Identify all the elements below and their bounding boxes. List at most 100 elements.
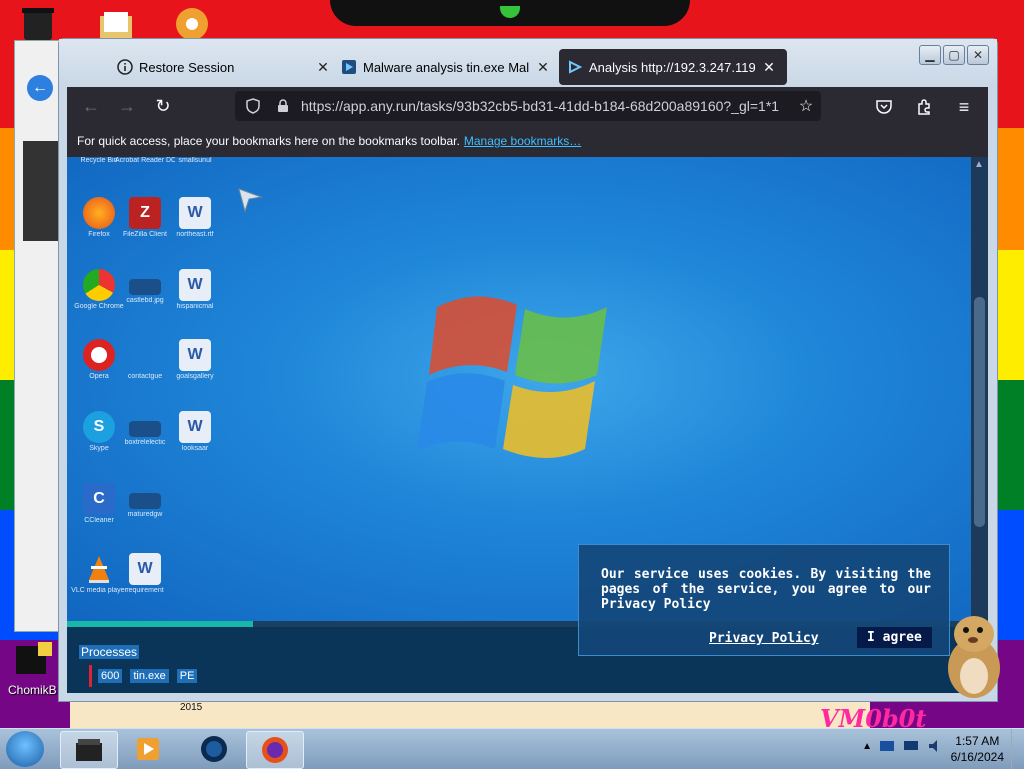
firefox-icon — [83, 197, 115, 229]
agree-button[interactable]: I agree — [857, 627, 932, 648]
vm-icon-image[interactable]: maturedgw — [115, 483, 175, 518]
vm-icon-label: looksaar — [181, 445, 209, 452]
cd-icon[interactable] — [172, 6, 212, 42]
tab-analysis-active[interactable]: Analysis http://192.3.247.119// ✕ — [559, 49, 787, 85]
explorer-thumbnail — [23, 141, 63, 241]
manage-bookmarks-link[interactable]: Manage bookmarks… — [464, 134, 581, 148]
close-tab-icon[interactable]: ✕ — [761, 59, 777, 76]
tab-title: Analysis http://192.3.247.119// — [589, 59, 755, 75]
lock-icon[interactable] — [271, 99, 295, 113]
minimize-icon[interactable]: ▁ — [919, 45, 941, 65]
close-window-icon[interactable]: ✕ — [967, 45, 989, 65]
volume-icon[interactable] — [926, 737, 944, 755]
back-arrow-icon[interactable]: ← — [27, 75, 53, 101]
skype-icon: S — [83, 411, 115, 443]
close-tab-icon[interactable]: ✕ — [535, 59, 551, 76]
scroll-thumb[interactable] — [974, 297, 985, 527]
word-doc-icon: W — [179, 411, 211, 443]
vm-icon-label: CCleaner — [84, 517, 114, 524]
cookie-banner: Our service uses cookies. By visiting th… — [578, 544, 950, 656]
trash-icon[interactable] — [18, 6, 58, 42]
maximize-icon[interactable]: ▢ — [943, 45, 965, 65]
vm-icon-word-doc[interactable]: W requirement — [115, 553, 175, 594]
show-desktop-button[interactable] — [1011, 729, 1024, 769]
reload-icon[interactable]: ↻ — [145, 90, 181, 122]
pocket-icon[interactable] — [866, 91, 902, 123]
globe-icon — [201, 736, 227, 762]
vm-icon-word-doc[interactable]: W looksaar — [165, 411, 225, 452]
processes-title[interactable]: Processes — [79, 645, 140, 659]
close-tab-icon[interactable]: ✕ — [315, 59, 331, 76]
chomik-icon[interactable] — [14, 640, 54, 676]
mouse-pointer-icon — [238, 188, 263, 213]
word-doc-icon: W — [179, 339, 211, 371]
windows-logo — [417, 296, 607, 458]
shield-icon[interactable] — [241, 98, 265, 114]
vm-icon-word-doc[interactable]: W hispanicmal — [165, 269, 225, 310]
wallpaper-year: 2015 — [180, 702, 203, 713]
chomik-label[interactable]: ChomikB — [8, 683, 57, 697]
clock[interactable]: 1:57 AM 6/16/2024 — [951, 733, 1004, 765]
clock-time: 1:57 AM — [955, 734, 1000, 748]
bookmarks-hint: For quick access, place your bookmarks h… — [77, 134, 460, 148]
word-doc-icon: W — [179, 269, 211, 301]
vm-icon-label: Google Chrome — [74, 303, 124, 310]
explorer-icon — [76, 739, 102, 761]
window-controls: ▁ ▢ ✕ — [919, 45, 989, 65]
tab-strip: Restore Session ✕ Malware analysis tin.e… — [59, 39, 997, 87]
file-icon — [129, 339, 161, 371]
vm-icon-label: northeast.rtf — [176, 231, 214, 238]
process-row[interactable]: 600 tin.exe PE — [89, 665, 198, 687]
taskbar: ▲ 1:57 AM 6/16/2024 — [0, 728, 1024, 769]
forward-icon[interactable]: → — [109, 90, 145, 122]
word-doc-icon: W — [129, 553, 161, 585]
vm-icon-label: maturedgw — [127, 511, 163, 518]
system-tray: ▲ — [862, 737, 944, 755]
monitor-icon[interactable] — [902, 737, 920, 755]
tab-title: Restore Session — [139, 59, 235, 75]
extensions-icon[interactable] — [906, 91, 942, 123]
filezilla-icon: Z — [129, 197, 161, 229]
vm-icon-document[interactable]: smallsunul — [165, 157, 225, 164]
page-scrollbar[interactable]: ▲ — [971, 157, 988, 645]
tab-malware-analysis[interactable]: Malware analysis tin.exe Malicio ✕ — [333, 49, 553, 85]
taskbar-media-button[interactable] — [120, 731, 176, 767]
privacy-policy-link[interactable]: Privacy Policy — [709, 631, 819, 646]
tab-title: Malware analysis tin.exe Malicio — [363, 59, 529, 75]
anyrun-icon — [341, 59, 357, 75]
process-name: tin.exe — [130, 669, 169, 683]
vm-icon-word-doc[interactable]: W northeast.rtf — [165, 197, 225, 238]
vm-icon-label: smallsunul — [178, 157, 212, 164]
info-icon — [117, 59, 133, 75]
tab-restore-session[interactable]: Restore Session ✕ — [107, 49, 335, 85]
start-button[interactable] — [6, 731, 44, 767]
url-text[interactable]: https://app.any.run/tasks/93b32cb5-bd31-… — [301, 98, 791, 114]
taskbar-explorer-button[interactable] — [60, 731, 118, 769]
image-file-icon — [129, 421, 161, 437]
firefox-icon — [262, 737, 288, 763]
vm-icon-label: hispanicmal — [176, 303, 214, 310]
toolbar-right: ≡ — [866, 91, 982, 123]
process-pid: 600 — [98, 669, 123, 683]
clock-date: 6/16/2024 — [950, 750, 1004, 764]
taskbar-globe-button[interactable] — [186, 731, 242, 767]
vm-icon-label: Skype — [89, 445, 109, 452]
cookie-message: Our service uses cookies. By visiting th… — [601, 567, 931, 612]
scroll-up-icon[interactable]: ▲ — [974, 159, 984, 170]
url-bar[interactable]: https://app.any.run/tasks/93b32cb5-bd31-… — [235, 91, 821, 121]
cartoon-head — [330, 0, 690, 26]
taskbar-firefox-button[interactable] — [246, 731, 304, 769]
ccleaner-icon: C — [83, 483, 115, 515]
back-icon[interactable]: ← — [73, 90, 109, 122]
network-icon[interactable] — [878, 737, 896, 755]
bookmark-star-icon[interactable]: ☆ — [791, 96, 821, 116]
vm-icon-word-doc[interactable]: W goalsgallery — [165, 339, 225, 380]
image-file-icon — [129, 493, 161, 509]
vm-icon-label: requirement — [126, 587, 164, 594]
hamster-mascot — [948, 616, 1000, 698]
vlc-cone-icon — [83, 553, 115, 585]
image-file-icon — [129, 279, 161, 295]
tray-expand-icon[interactable]: ▲ — [862, 741, 872, 752]
menu-icon[interactable]: ≡ — [946, 91, 982, 123]
anyrun-icon — [567, 59, 583, 75]
